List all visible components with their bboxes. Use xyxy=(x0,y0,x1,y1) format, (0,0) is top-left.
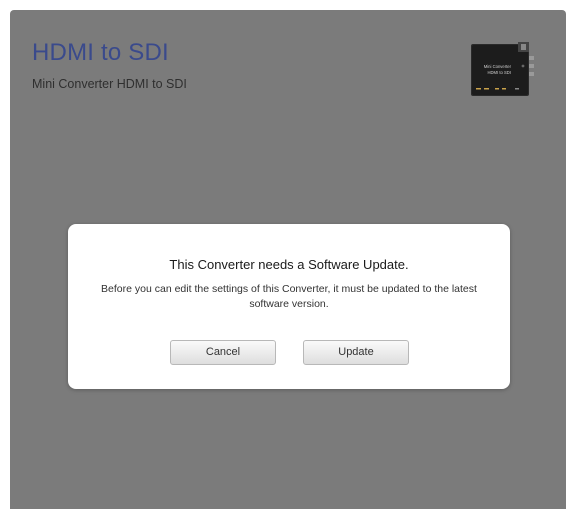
page-subtitle: Mini Converter HDMI to SDI xyxy=(32,77,187,91)
dialog-message: Before you can edit the settings of this… xyxy=(101,283,477,310)
update-button[interactable]: Update xyxy=(303,340,409,365)
app-window: HDMI to SDI Mini Converter HDMI to SDI M… xyxy=(10,10,566,509)
device-label-line2: HDMI to SDI xyxy=(488,70,512,75)
dialog-title: This Converter needs a Software Update. xyxy=(169,257,409,272)
cancel-button[interactable]: Cancel xyxy=(170,340,276,365)
mini-converter-device-icon: Mini Converter HDMI to SDI xyxy=(471,38,535,100)
software-update-dialog: This Converter needs a Software Update. … xyxy=(68,224,510,389)
page-title: HDMI to SDI xyxy=(32,39,169,66)
device-label-line1: Mini Converter xyxy=(484,64,512,69)
